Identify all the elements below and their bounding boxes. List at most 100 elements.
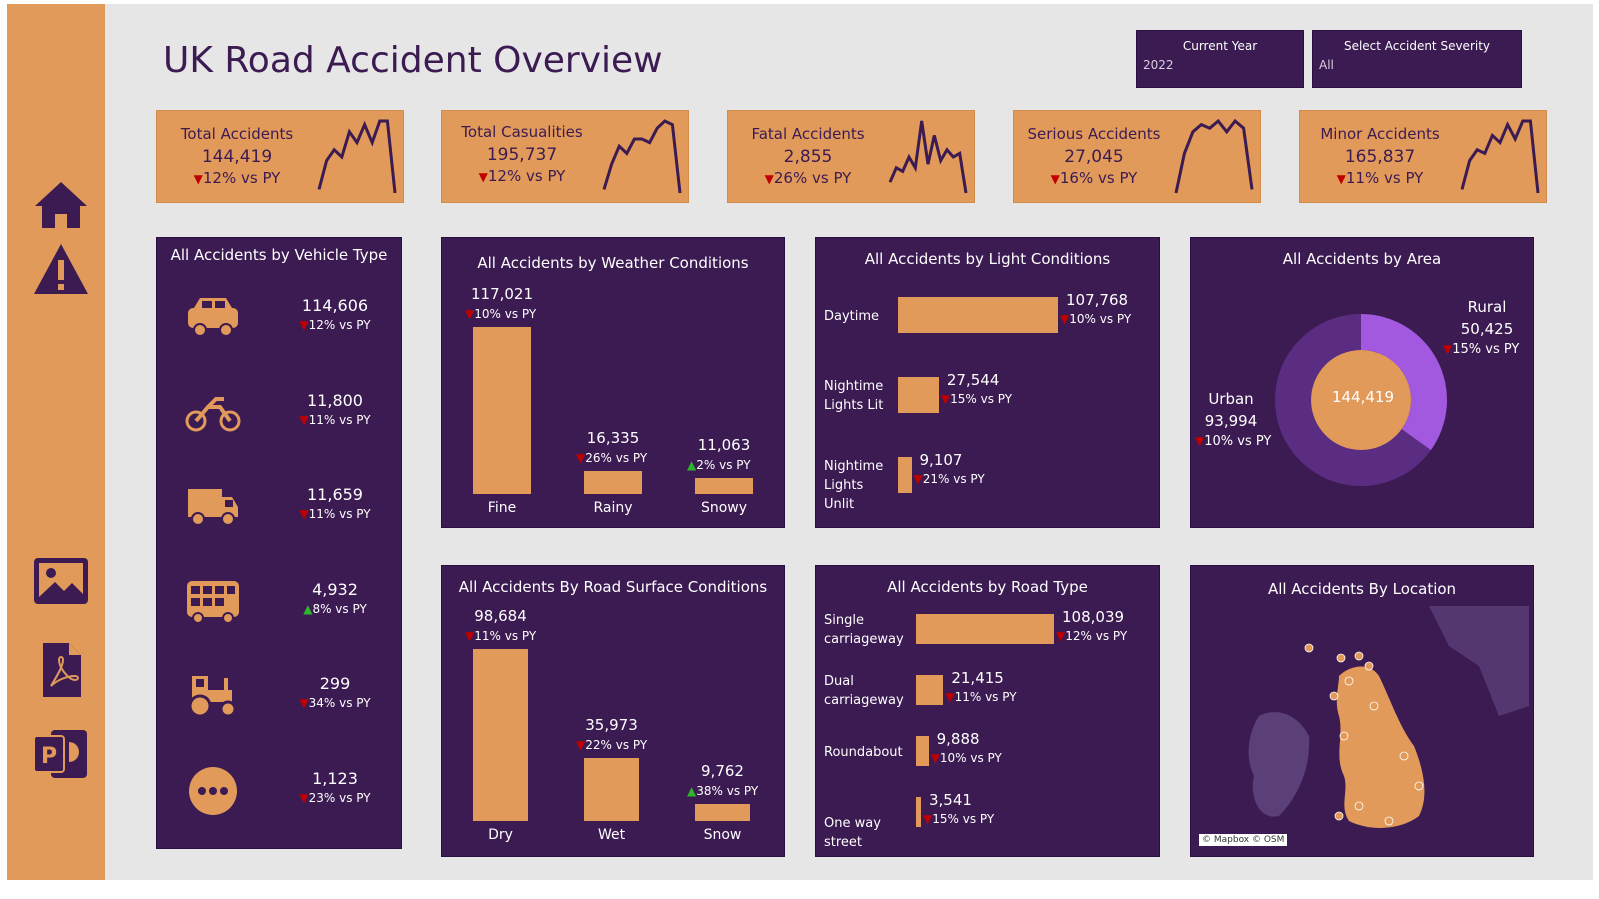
bar[interactable]	[898, 457, 912, 493]
bar-value-label: 108,039	[1062, 608, 1125, 626]
urban-delta: ▼10% vs PY	[1195, 434, 1272, 449]
panel-title: All Accidents by Road Type	[887, 578, 1088, 596]
bar-value-label: 117,021	[470, 285, 534, 303]
kpi-value: 27,045	[1064, 147, 1124, 167]
kpi-title: Total Accidents	[180, 125, 294, 143]
van-icon	[188, 489, 238, 526]
uk-map[interactable]	[1199, 606, 1529, 846]
road-surface-panel: All Accidents By Road Surface Conditions…	[441, 565, 785, 857]
kpi-delta-text: 16% vs PY	[1059, 169, 1138, 187]
bar-delta-label: ▼11% vs PY	[945, 690, 1045, 704]
bar-value-label: 9,107	[919, 451, 963, 469]
bar-delta-label: ▼15% vs PY	[941, 392, 1041, 406]
bar-value-label: 107,768	[1066, 291, 1129, 309]
vehicle-delta-text: 11% vs PY	[308, 507, 371, 521]
bar-delta-label: ▼11% vs PY	[465, 629, 560, 643]
vehicle-delta: ▼11% vs PY	[275, 413, 395, 427]
down-arrow-icon: ▼	[1050, 172, 1060, 186]
current-year-filter[interactable]: Current Year 2022	[1136, 30, 1304, 88]
bar-value-label: 3,541	[929, 791, 972, 809]
bar[interactable]	[473, 649, 528, 821]
motorcycle-icon	[185, 396, 241, 431]
up-arrow-icon: ▲	[687, 783, 697, 798]
bar-value-label: 21,415	[951, 669, 1004, 687]
bus-icon	[187, 580, 239, 624]
bar[interactable]	[473, 327, 531, 494]
vehicle-delta-text: 23% vs PY	[308, 790, 371, 805]
bar[interactable]	[898, 377, 939, 413]
bar-delta-label: ▼15% vs PY	[923, 812, 1023, 826]
panel-title: All Accidents By Road Surface Conditions	[458, 578, 768, 596]
bar[interactable]	[916, 736, 929, 766]
bar-delta-label: ▲2% vs PY	[687, 458, 785, 472]
bar[interactable]	[584, 758, 639, 821]
kpi-delta-text: 12% vs PY	[202, 169, 281, 187]
bar-delta-text: 15% vs PY	[932, 812, 995, 826]
kpi-delta-text: 26% vs PY	[773, 169, 852, 187]
bar[interactable]	[916, 797, 921, 827]
kpi-delta-text: 12% vs PY	[487, 167, 566, 185]
kpi-delta: ▼11% vs PY	[1300, 169, 1460, 187]
vehicle-delta: ▲8% vs PY	[275, 602, 395, 616]
down-arrow-icon: ▼	[465, 629, 475, 643]
up-arrow-icon: ▲	[687, 458, 697, 472]
powerpoint-icon[interactable]: P	[31, 724, 91, 784]
vehicle-delta: ▼12% vs PY	[275, 318, 395, 332]
category-label: Dry	[488, 827, 513, 843]
location-panel: All Accidents By Location © Mapbox © OSM	[1190, 565, 1534, 857]
category-label: Fine	[487, 500, 517, 516]
panel-title: All Accidents by Vehicle Type	[170, 246, 388, 264]
sparkline-path	[1174, 118, 1254, 194]
urban-label: Urban	[1208, 390, 1254, 408]
category-label: Roundabout	[824, 745, 903, 760]
kpi-sparkline	[1174, 118, 1254, 194]
home-icon[interactable]	[31, 176, 91, 236]
category-label: One way street	[824, 816, 881, 850]
vehicle-delta-text: 11% vs PY	[308, 412, 371, 427]
bar[interactable]	[916, 675, 944, 705]
bar-value-label: 35,973	[585, 716, 638, 735]
bar-delta-label: ▼10% vs PY	[1060, 312, 1160, 326]
bar-delta-label: ▼10% vs PY	[465, 307, 563, 321]
bar[interactable]	[916, 614, 1054, 644]
filter-value: All	[1319, 58, 1334, 72]
category-label: Single carriageway	[824, 613, 904, 647]
filter-label: Select Accident Severity	[1343, 39, 1491, 53]
down-arrow-icon: ▼	[930, 751, 940, 765]
bar-delta-text: 11% vs PY	[474, 629, 537, 643]
bar-delta-text: 11% vs PY	[954, 690, 1017, 704]
more-icon	[189, 766, 237, 815]
down-arrow-icon: ▼	[299, 507, 309, 521]
bar[interactable]	[898, 297, 1058, 333]
image-icon[interactable]	[31, 552, 91, 612]
bar[interactable]	[695, 803, 750, 821]
down-arrow-icon: ▼	[1336, 172, 1346, 186]
area-donut-chart	[1275, 314, 1447, 486]
warning-icon[interactable]	[31, 240, 91, 300]
vehicle-delta: ▼11% vs PY	[275, 507, 395, 521]
bar-delta-label: ▼10% vs PY	[931, 751, 1031, 765]
panel-title: All Accidents by Light Conditions	[864, 250, 1111, 268]
bar[interactable]	[695, 478, 753, 494]
vehicle-delta: ▼23% vs PY	[275, 791, 395, 805]
down-arrow-icon: ▼	[465, 307, 475, 321]
panel-title: All Accidents by Weather Conditions	[477, 254, 749, 272]
accident-severity-filter[interactable]: Select Accident Severity All	[1312, 30, 1522, 88]
rural-delta: ▼15% vs PY	[1443, 342, 1520, 357]
filter-value: 2022	[1143, 58, 1174, 72]
sparkline-path	[602, 119, 682, 194]
bar-delta-label: ▼26% vs PY	[576, 451, 674, 465]
down-arrow-icon: ▼	[913, 472, 923, 486]
kpi-sparkline	[1460, 119, 1540, 194]
bar-value-label: 16,335	[586, 428, 640, 447]
kpi-card: Total Accidents 144,419 ▼12% vs PY	[156, 110, 404, 203]
kpi-title: Total Casualities	[461, 123, 583, 141]
vehicle-delta-text: 8% vs PY	[312, 601, 367, 616]
bar[interactable]	[584, 470, 642, 494]
bar-delta-text: 22% vs PY	[585, 738, 648, 753]
pdf-icon[interactable]	[31, 640, 91, 700]
down-arrow-icon: ▼	[299, 412, 309, 427]
vehicle-value: 11,800	[307, 390, 363, 410]
bar-delta-text: 12% vs PY	[1065, 629, 1128, 643]
bar-delta-label: ▲38% vs PY	[687, 784, 782, 798]
